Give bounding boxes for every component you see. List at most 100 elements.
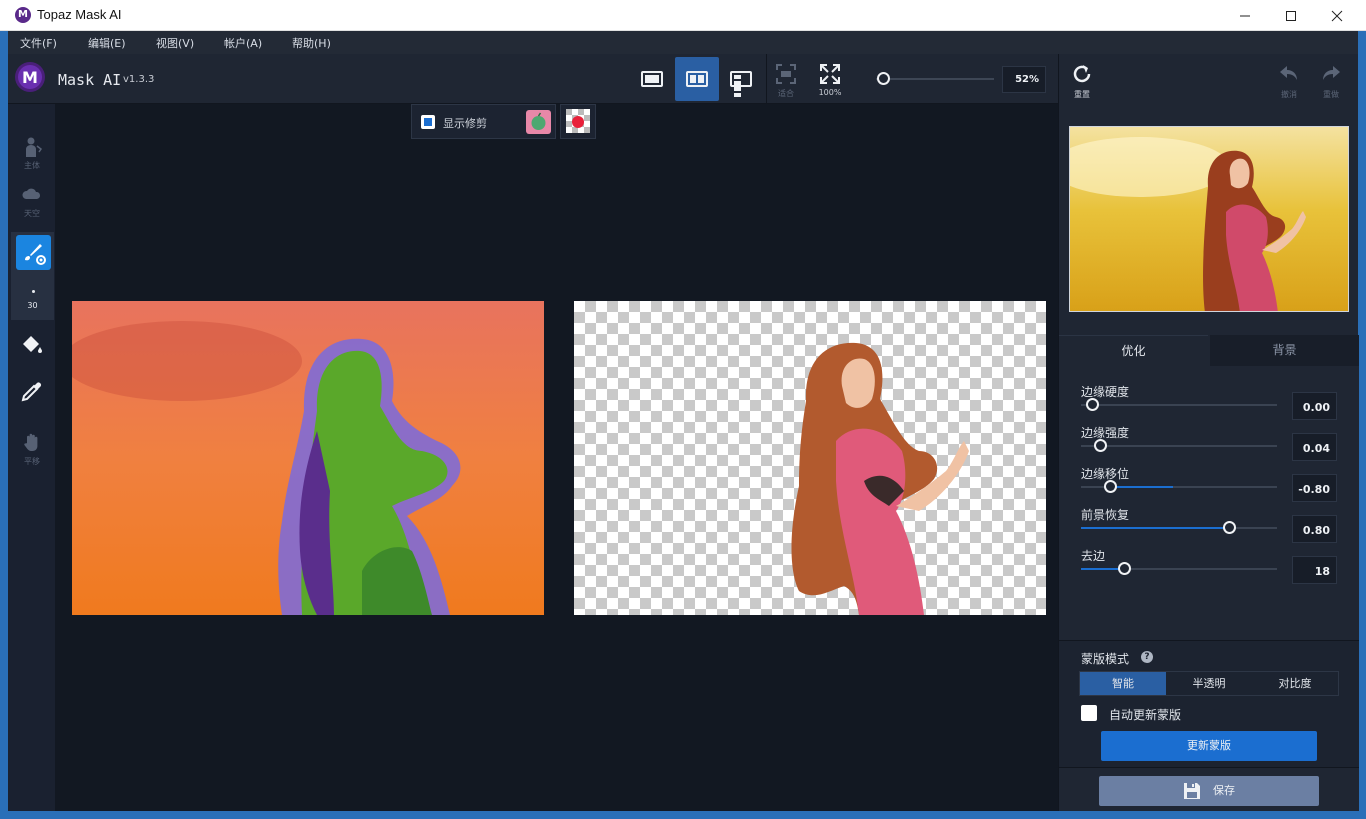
slider-value-field[interactable]: 0.04 <box>1292 433 1337 461</box>
brush-size-value[interactable]: 30 <box>11 301 54 310</box>
app-version: v1.3.3 <box>123 74 155 85</box>
reset-button[interactable]: 重置 <box>1062 60 1102 100</box>
save-label: 保存 <box>1213 784 1235 797</box>
canvas-area[interactable]: 显示修剪 <box>55 104 1058 811</box>
fit-label: 适合 <box>778 89 794 98</box>
window-titlebar: M Topaz Mask AI <box>0 0 1366 31</box>
slider-handle[interactable] <box>1223 521 1237 534</box>
show-trim-checkbox[interactable] <box>421 115 435 129</box>
menu-view[interactable]: 视图(V) <box>156 35 194 51</box>
save-button[interactable]: 保存 <box>1099 776 1319 806</box>
brush-tool-button[interactable] <box>16 235 51 270</box>
zoom-100-button[interactable]: 100% <box>810 60 850 100</box>
fill-tool-button[interactable] <box>14 330 50 370</box>
navigator-preview-image[interactable] <box>1069 126 1349 312</box>
menu-account[interactable]: 帐户(A) <box>224 35 262 51</box>
menu-file[interactable]: 文件(F) <box>20 35 57 51</box>
slider-label: 边缘强度 <box>1081 426 1130 440</box>
pan-tool-label: 平移 <box>24 457 40 466</box>
zoom-value-field[interactable]: 52% <box>1002 66 1046 93</box>
transparency-preview-toggle[interactable] <box>560 104 596 139</box>
mask-mode-translucent[interactable]: 半透明 <box>1166 672 1252 695</box>
slider-edge-strength[interactable]: 边缘强度 0.04 <box>1059 424 1359 465</box>
reset-label: 重置 <box>1074 90 1090 99</box>
show-trim-toggle[interactable]: 显示修剪 <box>411 104 556 139</box>
apple-icon <box>531 112 546 130</box>
zoom-100-label: 100% <box>818 88 842 97</box>
slider-label: 去边 <box>1081 549 1106 563</box>
mask-mode-contrast[interactable]: 对比度 <box>1252 672 1338 695</box>
mask-mode-title: 蒙版模式 <box>1081 652 1130 666</box>
app-name: Mask AI <box>58 71 122 89</box>
auto-update-checkbox[interactable] <box>1081 705 1097 721</box>
menu-edit[interactable]: 编辑(E) <box>88 35 126 51</box>
slider-value-field[interactable]: 18 <box>1292 556 1337 584</box>
redo-icon <box>1323 66 1340 80</box>
close-icon <box>1331 10 1343 21</box>
subject-tool-button[interactable]: 主体 <box>14 134 50 174</box>
slider-label: 边缘硬度 <box>1081 385 1130 399</box>
split-view-button[interactable] <box>719 57 763 101</box>
panel-tabs: 优化 背景 <box>1059 335 1359 366</box>
topaz-app-icon: M <box>15 7 31 23</box>
slider-handle[interactable] <box>1117 562 1131 575</box>
svg-text:M: M <box>22 68 38 87</box>
slider-value-field[interactable]: 0.80 <box>1292 515 1337 543</box>
window-title: Topaz Mask AI <box>37 7 122 22</box>
slider-handle[interactable] <box>1094 439 1108 452</box>
slider-value-field[interactable]: -0.80 <box>1292 474 1337 502</box>
mask-mode-smart[interactable]: 智能 <box>1080 672 1166 695</box>
right-panel: 重置 撤消 重做 优化 背景 边缘硬度 0.00 边缘强度 0.04 边缘移位 … <box>1058 54 1359 811</box>
mask-overlay-graphic <box>72 301 544 615</box>
slider-edge-shift[interactable]: 边缘移位 -0.80 <box>1059 465 1359 506</box>
expand-icon <box>820 64 840 84</box>
redo-label: 重做 <box>1323 90 1339 99</box>
undo-icon <box>1280 66 1297 80</box>
single-view-icon <box>641 71 663 87</box>
zoom-slider-handle[interactable] <box>877 72 891 85</box>
update-mask-button[interactable]: 更新蒙版 <box>1101 731 1317 761</box>
refine-sliders-section: 边缘硬度 0.00 边缘强度 0.04 边缘移位 -0.80 前景恢复 0.80 <box>1059 366 1359 640</box>
maximize-button[interactable] <box>1268 0 1314 31</box>
slider-fill <box>1081 527 1230 529</box>
close-button[interactable] <box>1314 0 1360 31</box>
redo-button[interactable]: 重做 <box>1311 60 1351 100</box>
single-view-button[interactable] <box>630 57 674 101</box>
slider-edge-hardness[interactable]: 边缘硬度 0.00 <box>1059 383 1359 424</box>
slider-handle[interactable] <box>1086 398 1100 411</box>
slider-label: 边缘移位 <box>1081 467 1130 481</box>
mask-overlay-image[interactable] <box>72 301 544 615</box>
cloud-icon <box>22 188 41 199</box>
minimize-button[interactable] <box>1222 0 1268 31</box>
cutout-result-image[interactable] <box>574 301 1046 615</box>
slider-value-field[interactable]: 0.00 <box>1292 392 1337 420</box>
eyedropper-icon <box>21 382 41 402</box>
side-by-side-view-button[interactable] <box>675 57 719 101</box>
menu-help[interactable]: 帮助(H) <box>292 35 331 51</box>
paint-bucket-icon <box>23 336 42 353</box>
sky-tool-button[interactable]: 天空 <box>14 182 50 222</box>
save-section: 保存 <box>1059 767 1359 811</box>
tab-refine[interactable]: 优化 <box>1059 335 1208 366</box>
help-icon[interactable]: ? <box>1141 651 1153 663</box>
eyedropper-tool-button[interactable] <box>14 376 50 416</box>
pan-tool-button[interactable]: 平移 <box>14 430 50 470</box>
side-by-side-view-icon <box>686 71 708 87</box>
mask-ai-logo-icon: M <box>15 62 45 92</box>
fit-button[interactable]: 适合 <box>766 60 806 100</box>
slider-track[interactable] <box>1081 445 1277 447</box>
undo-label: 撤消 <box>1281 90 1297 99</box>
slider-defringe[interactable]: 去边 18 <box>1059 547 1359 588</box>
slider-track[interactable] <box>1081 404 1277 406</box>
tab-background[interactable]: 背景 <box>1210 335 1359 366</box>
maximize-icon <box>1286 10 1296 21</box>
zoom-slider-track[interactable] <box>876 78 994 80</box>
checker-apple-icon <box>566 109 590 133</box>
brush-size-dot-icon <box>32 290 35 293</box>
slider-foreground-recovery[interactable]: 前景恢复 0.80 <box>1059 506 1359 547</box>
overlay-color-swatch[interactable] <box>526 110 551 134</box>
brush-settings-icon <box>25 244 46 265</box>
cutout-subject-graphic <box>791 342 969 615</box>
slider-handle[interactable] <box>1103 480 1117 493</box>
undo-button[interactable]: 撤消 <box>1269 60 1309 100</box>
